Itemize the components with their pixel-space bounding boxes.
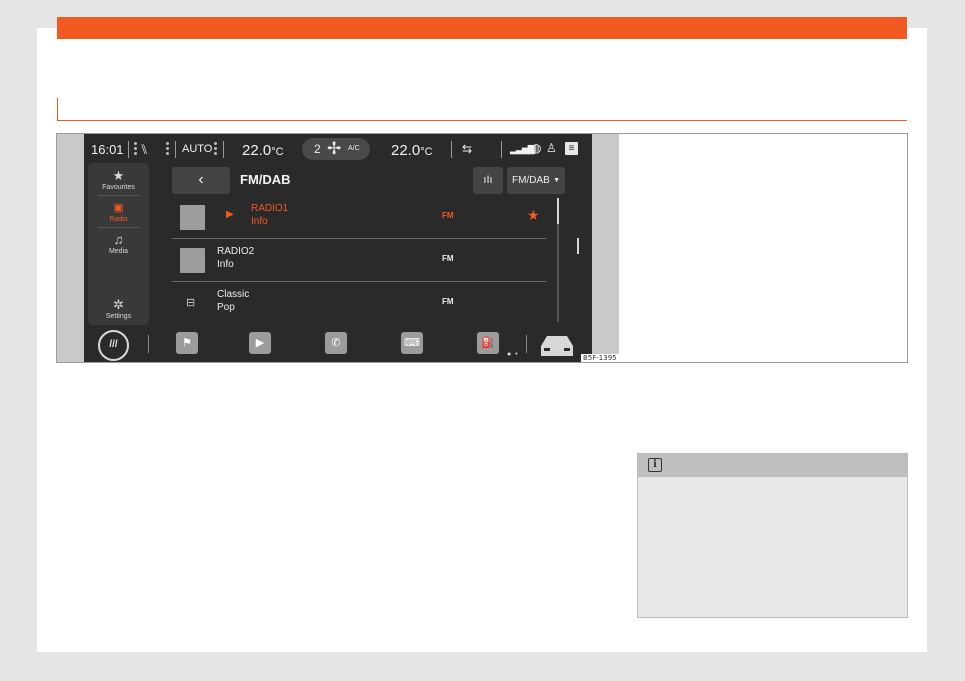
playing-icon: ▶: [226, 209, 234, 220]
music-note-icon: ♫: [113, 232, 124, 247]
chapter-header-bar: [57, 17, 907, 39]
station-row[interactable]: RADIO2 Info FM: [172, 241, 546, 283]
favourite-star-icon[interactable]: ★: [527, 207, 540, 224]
station-name: Classic: [217, 289, 250, 300]
status-separator: [223, 141, 224, 158]
climate-mode[interactable]: AUTO: [182, 143, 212, 155]
figure-reference: B5F-1395: [581, 354, 619, 362]
info-note-box: i: [637, 453, 908, 618]
phone-icon[interactable]: ✆: [325, 332, 347, 354]
station-info: Info: [217, 259, 234, 270]
menu-dots-icon[interactable]: [214, 142, 217, 158]
row-divider: [172, 281, 546, 282]
bottom-separator: [148, 335, 149, 353]
app-icon[interactable]: ⛽: [477, 332, 499, 354]
page-dots-icon: ● •: [507, 351, 519, 358]
menu-dots-icon[interactable]: [166, 142, 169, 158]
status-separator: [175, 141, 176, 158]
gear-icon: ✲: [113, 297, 124, 312]
side-menu: ★ Favourites ▣ Radio ♫ Media ✲ Settings: [88, 163, 149, 325]
station-text: Classic Pop: [217, 288, 249, 314]
side-divider: [98, 195, 139, 196]
radio-icon: ▣: [113, 202, 124, 214]
section-rule: [57, 120, 907, 121]
source-select-value: FM/DAB: [512, 175, 550, 186]
flag-icon[interactable]: ⚑: [176, 332, 198, 354]
page-title: FM/DAB: [240, 172, 291, 187]
status-separator: [451, 141, 452, 158]
figure-frame: 16:01 ⑊ AUTO 22.0°C 2 ✢ A/C 22.0°C ⇆ ▂▃▅…: [56, 133, 908, 363]
fan-icon: ✢: [327, 139, 342, 158]
ac-label: A/C: [348, 145, 360, 152]
seat-heat-icon[interactable]: ⑊: [140, 141, 148, 157]
infotainment-screen: 16:01 ⑊ AUTO 22.0°C 2 ✢ A/C 22.0°C ⇆ ▂▃▅…: [84, 134, 592, 362]
chevron-left-icon: ‹: [198, 171, 204, 188]
bottom-separator: [526, 335, 527, 353]
status-separator: [128, 141, 129, 158]
temp-left[interactable]: 22.0°C: [242, 142, 284, 159]
bottom-bar: /// ⚑ ▶ ✆ ⌨ ⛽ ● •: [84, 330, 592, 362]
source-select[interactable]: FM/DAB ▼: [507, 167, 565, 194]
side-item-favourites[interactable]: ★ Favourites: [88, 168, 149, 192]
user-icon: ♙: [546, 141, 557, 155]
station-row[interactable]: ⊟ Classic Pop FM: [172, 284, 546, 326]
side-item-settings[interactable]: ✲ Settings: [88, 297, 149, 321]
station-name: RADIO2: [217, 246, 255, 257]
station-logo: [180, 248, 205, 273]
station-info: Pop: [217, 302, 235, 313]
keyboard-icon[interactable]: ⌨: [401, 332, 423, 354]
station-text: RADIO1 Info: [251, 202, 288, 228]
back-button[interactable]: ‹: [172, 167, 230, 194]
equalizer-button[interactable]: ıIı: [473, 167, 503, 194]
station-name: RADIO1: [251, 203, 289, 214]
side-item-radio[interactable]: ▣ Radio: [88, 201, 149, 223]
station-row[interactable]: ▶ RADIO1 Info FM ★: [172, 198, 546, 240]
station-logo: [180, 205, 205, 230]
menu-dots-icon[interactable]: [134, 142, 137, 158]
station-info: Info: [251, 216, 268, 227]
clock: 16:01: [91, 142, 124, 157]
home-button[interactable]: ///: [98, 330, 129, 361]
globe-icon: ◍: [531, 141, 542, 155]
section-rule-tick: [57, 98, 58, 120]
station-band: FM: [442, 297, 454, 306]
screen-bezel: 16:01 ⑊ AUTO 22.0°C 2 ✢ A/C 22.0°C ⇆ ▂▃▅…: [57, 134, 619, 362]
play-icon[interactable]: ▶: [249, 332, 271, 354]
fan-level: 2: [314, 142, 321, 156]
station-band: FM: [442, 254, 454, 263]
temp-right[interactable]: 22.0°C: [391, 142, 433, 159]
radio-icon: ⊟: [186, 297, 196, 309]
car-recirc-icon[interactable]: ⇆: [462, 142, 472, 156]
star-icon: ★: [112, 168, 125, 183]
status-bar: 16:01 ⑊ AUTO 22.0°C 2 ✢ A/C 22.0°C ⇆ ▂▃▅…: [84, 134, 592, 166]
row-divider: [172, 238, 546, 239]
station-text: RADIO2 Info: [217, 245, 254, 271]
notes-icon[interactable]: ≡: [565, 142, 578, 155]
station-band: FM: [442, 211, 454, 220]
list-scrollbar-thumb[interactable]: [557, 198, 559, 224]
side-divider: [98, 227, 139, 228]
car-icon[interactable]: [537, 332, 577, 358]
info-note-header: i: [638, 454, 907, 477]
fan-control[interactable]: 2 ✢ A/C: [302, 138, 370, 160]
side-item-media[interactable]: ♫ Media: [88, 232, 149, 256]
equalizer-icon: ıIı: [483, 174, 493, 186]
caret-down-icon: ▼: [553, 177, 560, 184]
status-separator: [501, 141, 502, 158]
page-scroll-indicator: [577, 238, 579, 254]
info-icon: i: [648, 458, 662, 472]
